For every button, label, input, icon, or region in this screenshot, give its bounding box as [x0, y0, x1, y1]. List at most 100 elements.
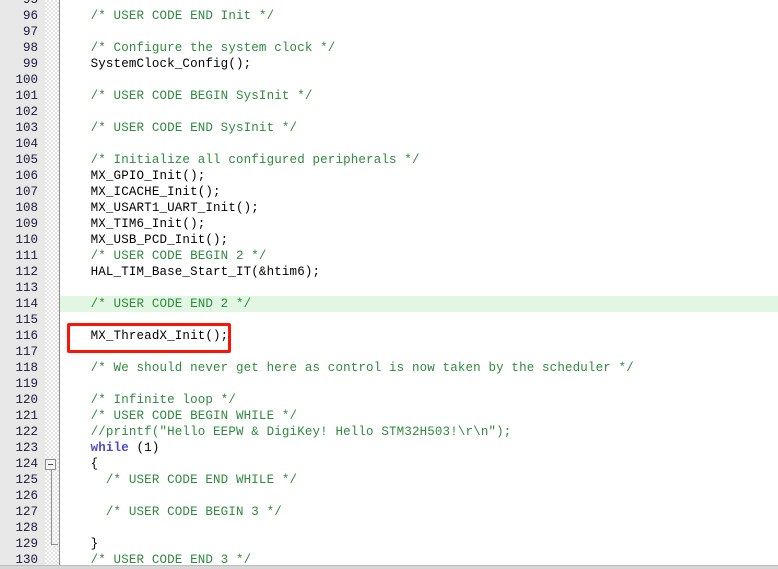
code-line[interactable]: 100 [0, 72, 778, 88]
line-number: 113 [15, 281, 38, 295]
code-text[interactable]: /* USER CODE END SysInit */ [60, 120, 297, 136]
code-token-comment: /* USER CODE BEGIN 2 */ [60, 249, 267, 263]
code-line[interactable]: 113 [0, 280, 778, 296]
code-line[interactable]: 117 [0, 344, 778, 360]
code-editor[interactable]: 95 96 /* USER CODE END Init */97 98 /* Con… [0, 0, 778, 569]
line-number: 96 [22, 9, 38, 23]
code-line[interactable]: 128 [0, 520, 778, 536]
code-text[interactable]: /* USER CODE BEGIN 2 */ [60, 248, 267, 264]
code-line[interactable]: 127 /* USER CODE BEGIN 3 */ [0, 504, 778, 520]
code-token-plain: MX_GPIO_Init(); [60, 169, 206, 183]
code-line[interactable]: 98 /* Configure the system clock */ [0, 40, 778, 56]
line-number: 99 [22, 57, 38, 71]
code-line[interactable]: 121 /* USER CODE BEGIN WHILE */ [0, 408, 778, 424]
code-line[interactable]: 101 /* USER CODE BEGIN SysInit */ [0, 88, 778, 104]
code-line[interactable]: 111 /* USER CODE BEGIN 2 */ [0, 248, 778, 264]
line-number: 107 [15, 185, 38, 199]
fold-end-icon [51, 544, 58, 545]
line-number: 116 [15, 329, 38, 343]
code-text[interactable]: MX_GPIO_Init(); [60, 168, 206, 184]
code-token-plain: } [60, 537, 99, 551]
code-text[interactable]: /* USER CODE BEGIN SysInit */ [60, 88, 313, 104]
code-line-list[interactable]: 95 96 /* USER CODE END Init */97 98 /* Con… [0, 0, 778, 568]
code-token-plain: (1) [128, 441, 160, 455]
code-line[interactable]: 126 [0, 488, 778, 504]
line-number: 110 [15, 233, 38, 247]
code-line[interactable]: 105 /* Initialize all configured periphe… [0, 152, 778, 168]
code-text[interactable]: while (1) [60, 440, 160, 456]
line-number: 129 [15, 537, 38, 551]
code-text[interactable]: /* Infinite loop */ [60, 392, 236, 408]
code-token-plain: MX_TIM6_Init(); [60, 217, 206, 231]
code-line[interactable]: 114 /* USER CODE END 2 */ [0, 296, 778, 312]
code-line[interactable]: 109 MX_TIM6_Init(); [0, 216, 778, 232]
code-token-plain: MX_ThreadX_Init(); [60, 329, 229, 343]
code-text[interactable]: /* USER CODE END 2 */ [60, 296, 252, 312]
code-line[interactable]: 118 /* We should never get here as contr… [0, 360, 778, 376]
code-line[interactable]: 115 [0, 312, 778, 328]
line-number: 95 [22, 0, 38, 7]
fold-collapse-icon[interactable] [45, 459, 56, 470]
code-token-comment: /* USER CODE END SysInit */ [60, 121, 298, 135]
code-token-comment: /* USER CODE END WHILE */ [60, 473, 298, 487]
code-token-comment: /* USER CODE END Init */ [60, 9, 275, 23]
editor-bottom-edge [0, 565, 778, 569]
code-line[interactable]: 97 [0, 24, 778, 40]
code-text[interactable]: } [60, 536, 99, 552]
code-text[interactable]: /* Configure the system clock */ [60, 40, 336, 56]
code-text[interactable]: /* USER CODE END WHILE */ [60, 472, 297, 488]
code-line[interactable]: 106 MX_GPIO_Init(); [0, 168, 778, 184]
code-line[interactable]: 122 //printf("Hello EEPW & DigiKey! Hell… [0, 424, 778, 440]
code-token-keyword: while [90, 441, 129, 455]
code-text[interactable]: { [60, 456, 99, 472]
code-line[interactable]: 107 MX_ICACHE_Init(); [0, 184, 778, 200]
code-line[interactable]: 95 [0, 0, 778, 8]
code-line[interactable]: 123 while (1) [0, 440, 778, 456]
code-line[interactable]: 124 { [0, 456, 778, 472]
line-number: 118 [15, 361, 38, 375]
code-text[interactable]: /* We should never get here as control i… [60, 360, 634, 376]
code-text[interactable]: MX_ICACHE_Init(); [60, 184, 221, 200]
code-line[interactable]: 96 /* USER CODE END Init */ [0, 8, 778, 24]
code-line[interactable]: 108 MX_USART1_UART_Init(); [0, 200, 778, 216]
line-number: 119 [15, 377, 38, 391]
code-line[interactable]: 119 [0, 376, 778, 392]
code-text[interactable]: SystemClock_Config(); [60, 56, 252, 72]
code-text[interactable]: MX_USART1_UART_Init(); [60, 200, 259, 216]
code-line[interactable]: 129 } [0, 536, 778, 552]
code-text[interactable]: MX_ThreadX_Init(); [60, 328, 229, 344]
code-token-comment: /* USER CODE BEGIN 3 */ [60, 505, 282, 519]
code-line[interactable]: 110 MX_USB_PCD_Init(); [0, 232, 778, 248]
line-number: 103 [15, 121, 38, 135]
line-number: 114 [15, 297, 38, 311]
code-text[interactable]: /* USER CODE BEGIN WHILE */ [60, 408, 297, 424]
code-line[interactable]: 116 MX_ThreadX_Init(); [0, 328, 778, 344]
code-text[interactable]: /* USER CODE END Init */ [60, 8, 274, 24]
line-number: 121 [15, 409, 38, 423]
line-number: 106 [15, 169, 38, 183]
code-text[interactable]: /* USER CODE BEGIN 3 */ [60, 504, 282, 520]
code-text[interactable]: /* Initialize all configured peripherals… [60, 152, 420, 168]
code-text[interactable]: MX_USB_PCD_Init(); [60, 232, 229, 248]
code-line[interactable]: 112 HAL_TIM_Base_Start_IT(&htim6); [0, 264, 778, 280]
line-number: 126 [15, 489, 38, 503]
code-line[interactable]: 99 SystemClock_Config(); [0, 56, 778, 72]
code-token-comment: /* USER CODE END 2 */ [60, 297, 252, 311]
line-number: 101 [15, 89, 38, 103]
line-number: 97 [22, 25, 38, 39]
line-number: 125 [15, 473, 38, 487]
code-token-plain: HAL_TIM_Base_Start_IT(&htim6); [60, 265, 321, 279]
code-text[interactable]: //printf("Hello EEPW & DigiKey! Hello ST… [60, 424, 512, 440]
line-number: 115 [15, 313, 38, 327]
code-line[interactable]: 102 [0, 104, 778, 120]
code-line[interactable]: 120 /* Infinite loop */ [0, 392, 778, 408]
code-line[interactable]: 125 /* USER CODE END WHILE */ [0, 472, 778, 488]
code-line[interactable]: 104 [0, 136, 778, 152]
line-number: 102 [15, 105, 38, 119]
code-text[interactable]: MX_TIM6_Init(); [60, 216, 206, 232]
code-line[interactable]: 103 /* USER CODE END SysInit */ [0, 120, 778, 136]
code-text[interactable]: HAL_TIM_Base_Start_IT(&htim6); [60, 264, 320, 280]
code-token-plain: MX_USART1_UART_Init(); [60, 201, 259, 215]
line-number: 100 [15, 73, 38, 87]
